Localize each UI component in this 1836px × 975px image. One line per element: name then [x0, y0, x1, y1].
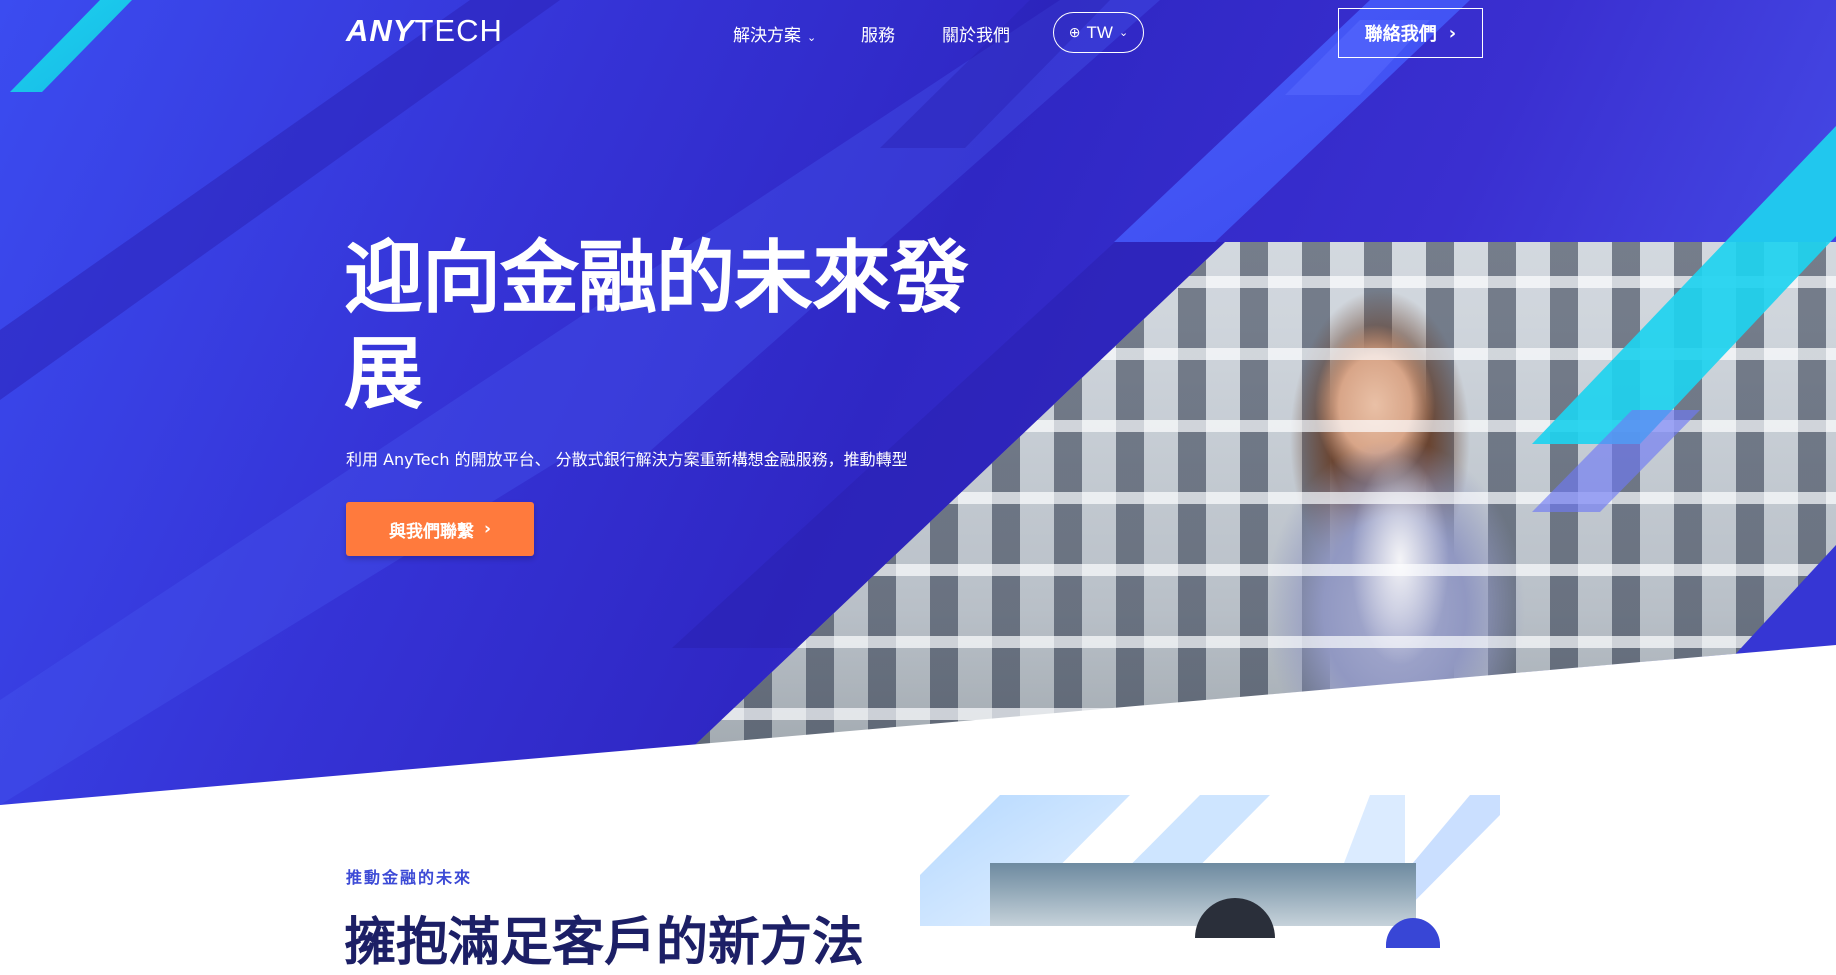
contact-us-button[interactable]: 聯絡我們 › [1338, 8, 1483, 58]
section-eyebrow: 推動金融的未來 [346, 868, 473, 887]
dark-wedge-right [1730, 545, 1836, 660]
language-label: TW [1086, 22, 1113, 42]
chevron-right-icon: › [483, 519, 491, 539]
nav-item-services[interactable]: 服務 [861, 21, 895, 46]
nav-item-label: 關於我們 [942, 26, 1010, 46]
contact-us-label: 聯絡我們 [1364, 24, 1437, 45]
contact-cta-button[interactable]: 與我們聯繫 › [346, 502, 534, 556]
section-title: 擁抱滿足客戶的新方法 [344, 913, 865, 973]
hero-title: 迎向金融的未來發 展 [344, 230, 1004, 422]
globe-icon: ⊕ [1068, 24, 1081, 40]
nav-item-about[interactable]: 關於我們 [942, 21, 1010, 46]
hero-subtitle: 利用 AnyTech 的開放平台、 分散式銀行解決方案重新構想金融服務，推動轉型 [346, 450, 908, 469]
anytech-logo[interactable]: ANYTECH [346, 13, 503, 49]
cta-label: 與我們聯繫 [388, 521, 474, 542]
chevron-right-icon: › [1448, 22, 1457, 44]
hero-title-line1: 迎向金融的未來發 [344, 232, 969, 324]
nav-item-label: 解決方案 [733, 26, 801, 46]
chevron-down-icon: ⌄ [1118, 27, 1129, 39]
cyan-stripe-right [1532, 126, 1836, 444]
top-navbar: ANYTECH 解決方案 ⌄ 服務 關於我們 ⊕ TW ⌄ 聯絡我們 › [0, 0, 1836, 70]
nav-item-solutions[interactable]: 解決方案 ⌄ [733, 21, 816, 46]
nav-item-label: 服務 [861, 26, 895, 46]
chevron-down-icon: ⌄ [807, 31, 817, 44]
language-selector[interactable]: ⊕ TW ⌄ [1053, 12, 1144, 53]
hero-title-line2: 展 [344, 328, 423, 420]
